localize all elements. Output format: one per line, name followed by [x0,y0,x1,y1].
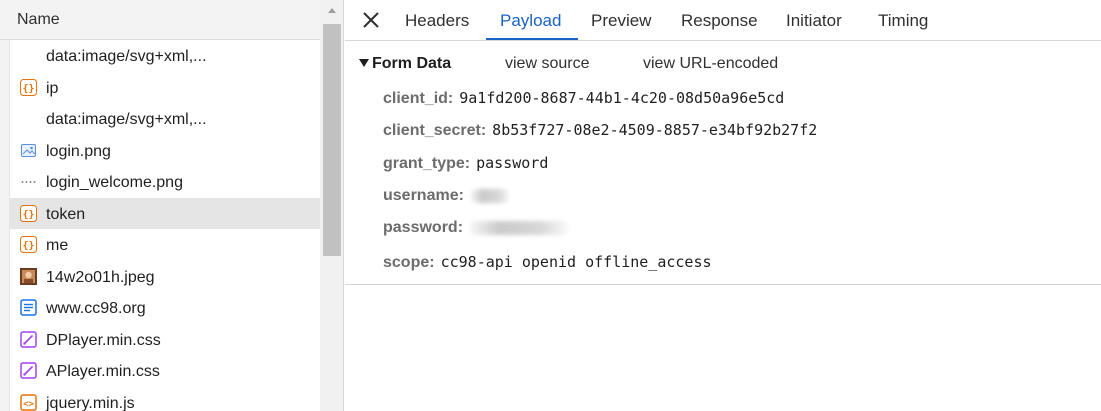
json-icon: {} [20,204,37,222]
request-row[interactable]: login_welcome.png [10,166,320,198]
name-column-label: Name [17,11,60,28]
field-key: grant_type: [383,155,471,172]
svg-text:{}: {} [22,83,34,94]
request-name: login.png [46,142,111,160]
form-data-section: Form Data view source view URL-encoded c… [345,41,1101,285]
devtools-network-panel: Name data:image/svg+xml,... {} ip data:i… [0,0,1101,411]
field-value[interactable]: password [476,154,548,172]
form-field-username: username: [383,187,510,209]
form-data-header: Form Data view source view URL-encoded [359,55,1079,75]
field-value[interactable]: cc98-api openid offline_access [441,253,712,271]
field-value[interactable]: 8b53f727-08e2-4509-8857-e34bf92b27f2 [492,121,817,139]
field-value[interactable]: 9a1fd200-8687-44b1-4c20-08d50a96e5cd [459,89,784,107]
details-tabbar: Headers Payload Preview Response Initiat… [345,0,1101,41]
photo-thumbnail-icon [20,267,37,285]
request-name: APlayer.min.css [46,363,160,380]
request-name: login_welcome.png [46,174,183,191]
svg-text:{}: {} [22,241,34,252]
form-field-client-secret: client_secret: 8b53f727-08e2-4509-8857-e3… [383,121,817,143]
form-field-scope: scope: cc98-api openid offline_access [383,253,712,275]
image-icon [21,143,36,157]
field-key: client_secret: [383,122,487,139]
request-name: data:image/svg+xml,... [46,48,207,65]
form-field-password: password: [383,219,570,241]
request-row-selected[interactable]: {} token [10,197,320,229]
request-name: www.cc98.org [46,300,146,317]
tab-initiator[interactable]: Initiator [786,11,842,31]
close-icon[interactable] [362,11,380,29]
stylesheet-icon [20,330,37,348]
scrollbar-thumb[interactable] [323,24,341,256]
request-row[interactable]: data:image/svg+xml,... [10,103,320,135]
request-row[interactable]: APlayer.min.css [10,355,320,387]
request-list-gutter [0,40,10,411]
view-url-encoded-link[interactable]: view URL-encoded [643,55,778,73]
tab-headers[interactable]: Headers [405,11,469,31]
request-row[interactable]: {} ip [10,71,320,103]
dotted-image-icon [21,181,36,183]
redacted-value [469,220,570,235]
scroll-up-arrow-icon[interactable] [328,8,336,13]
field-key: username: [383,187,464,204]
json-icon: {} [20,78,37,96]
tab-payload[interactable]: Payload [500,11,561,31]
request-row[interactable]: www.cc98.org [10,292,320,324]
request-name: jquery.min.js [46,394,135,411]
json-icon: {} [20,236,37,253]
field-key: client_id: [383,90,454,107]
form-field-client-id: client_id: 9a1fd200-8687-44b1-4c20-08d50a… [383,89,784,111]
request-row[interactable]: DPlayer.min.css [10,323,320,355]
tab-response[interactable]: Response [681,11,758,31]
request-name: token [46,205,86,223]
form-data-title[interactable]: Form Data [372,55,451,73]
request-row[interactable]: login.png [10,134,320,166]
request-name: me [46,237,69,254]
field-key: password: [383,219,464,236]
name-column-header[interactable]: Name [0,0,320,40]
request-name: 14w2o01h.jpeg [46,268,155,286]
request-row[interactable]: <> jquery.min.js [10,386,320,411]
svg-text:<>: <> [23,399,34,409]
field-key: scope: [383,254,435,271]
stylesheet-icon [20,362,37,379]
document-icon [20,299,37,316]
redacted-value [469,188,510,203]
request-name: ip [46,79,59,97]
script-icon: <> [20,393,37,411]
svg-text:{}: {} [22,209,34,220]
request-row[interactable]: 14w2o01h.jpeg [10,260,320,292]
view-source-link[interactable]: view source [505,55,589,73]
tab-timing[interactable]: Timing [878,11,928,31]
request-name: data:image/svg+xml,... [46,111,207,128]
request-name: DPlayer.min.css [46,331,161,349]
request-list-panel: Name data:image/svg+xml,... {} ip data:i… [0,0,344,411]
tab-preview[interactable]: Preview [591,11,651,31]
request-list-scrollbar[interactable] [320,0,343,411]
request-rows: data:image/svg+xml,... {} ip data:image/… [10,40,320,411]
request-details-panel: Headers Payload Preview Response Initiat… [345,0,1101,411]
collapse-triangle-icon[interactable] [359,59,369,67]
request-row[interactable]: data:image/svg+xml,... [10,40,320,72]
request-row[interactable]: {} me [10,229,320,261]
form-field-grant-type: grant_type: password [383,154,548,176]
active-tab-indicator [486,38,578,40]
